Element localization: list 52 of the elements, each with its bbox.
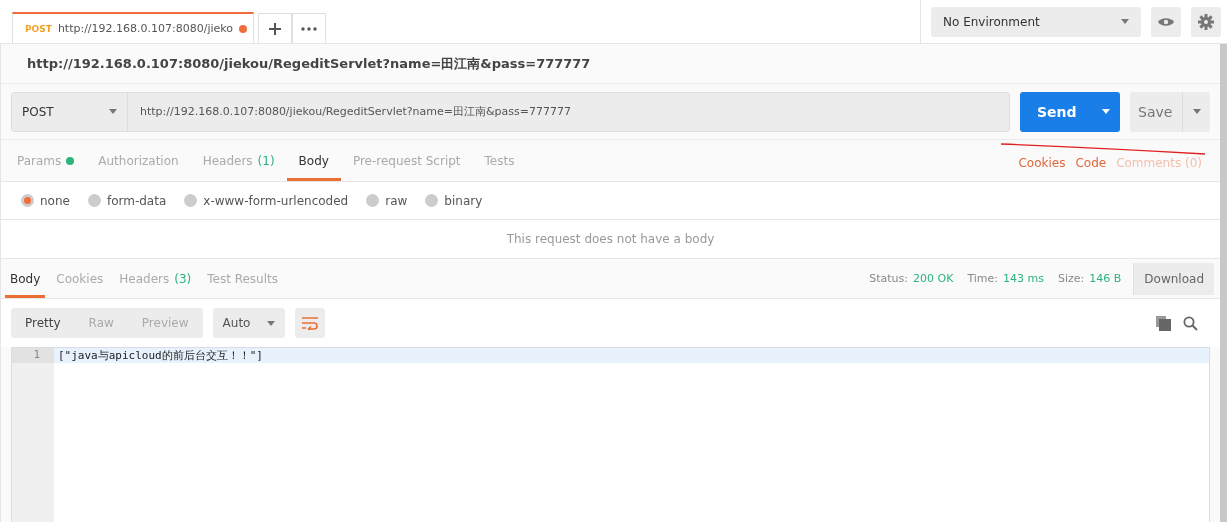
environment-select[interactable]: No Environment — [931, 6, 1141, 37]
radio-icon[interactable] — [366, 194, 380, 207]
settings-button[interactable] — [1191, 6, 1221, 37]
caret-icon — [1192, 109, 1201, 114]
response-tab[interactable]: Cookies — [51, 259, 109, 298]
body-mode-option[interactable]: x-www-form-urlencoded — [184, 193, 349, 208]
wrap-lines-icon — [300, 316, 319, 330]
eye-icon — [1158, 16, 1174, 27]
tab-title: http://192.168.0.107:8080/jieko — [57, 22, 234, 35]
dots-icon — [301, 26, 318, 31]
caret-icon — [266, 320, 275, 326]
request-option-tab[interactable]: Tests — [472, 140, 527, 181]
radio-icon[interactable] — [87, 194, 101, 207]
plus-icon — [268, 21, 283, 36]
request-option-tab[interactable]: Params — [5, 140, 87, 181]
method-label: POST — [25, 23, 52, 34]
format-select[interactable]: Auto — [212, 308, 285, 338]
request-option-tab[interactable]: Authorization — [86, 140, 191, 181]
empty-body-message: This request does not have a body — [506, 232, 715, 246]
code-line: ["java与apicloud的前后台交互！！"] — [57, 348, 263, 363]
search-icon[interactable] — [1183, 315, 1198, 331]
radio-icon[interactable] — [425, 194, 439, 207]
response-meta: Size: 146 B — [1058, 272, 1122, 285]
request-tab[interactable]: POST http://192.168.0.107:8080/jieko — [12, 12, 255, 43]
settings-icon — [1198, 13, 1214, 30]
caret-icon — [1121, 19, 1129, 24]
response-meta: Status: 200 OK — [869, 272, 954, 285]
response-tab[interactable]: Headers (3) — [114, 259, 197, 298]
request-title: http://192.168.0.107:8080/jiekou/RegeditServlet?name=田江南&pass=777777 — [1, 44, 1220, 84]
body-mode-option[interactable]: none — [21, 193, 70, 208]
eye-button[interactable] — [1151, 6, 1181, 37]
view-mode-button[interactable]: Pretty — [11, 308, 75, 338]
response-tab[interactable]: Test Results — [202, 259, 283, 298]
request-option-tab[interactable]: Headers (1) — [190, 140, 287, 181]
request-option-tab[interactable]: Pre-request Script — [340, 140, 473, 181]
side-link[interactable]: Cookies — [1018, 155, 1066, 170]
body-mode-option[interactable]: raw — [366, 193, 408, 208]
body-mode-option[interactable]: form-data — [87, 193, 167, 208]
response-meta: Time: 143 ms — [967, 272, 1044, 285]
radio-icon[interactable] — [184, 194, 198, 207]
new-tab-button[interactable] — [258, 13, 293, 43]
scrollbar[interactable] — [1220, 44, 1227, 522]
radio-icon[interactable] — [21, 194, 34, 207]
download-button[interactable]: Download — [1133, 262, 1214, 295]
send-button[interactable]: Send — [1020, 91, 1120, 132]
wrap-lines-button[interactable] — [294, 308, 325, 338]
side-link[interactable]: Code — [1075, 155, 1107, 170]
caret-icon — [1102, 109, 1110, 114]
save-button[interactable]: Save — [1130, 91, 1210, 132]
copy-icon[interactable] — [1156, 315, 1171, 331]
line-number: 1 — [12, 348, 54, 363]
body-mode-option[interactable]: binary — [425, 193, 483, 208]
